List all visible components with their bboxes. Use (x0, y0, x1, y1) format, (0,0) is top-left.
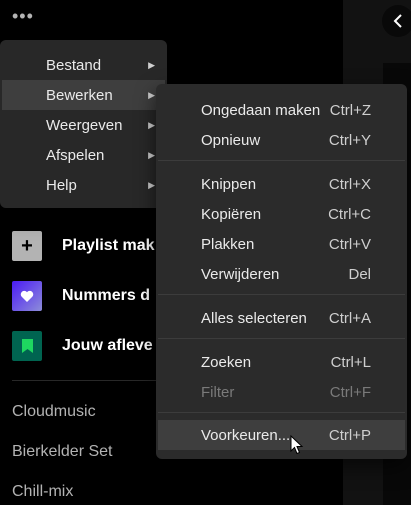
menu-separator (158, 412, 405, 413)
menu-item-label: Plakken (201, 235, 255, 253)
menu-item-file[interactable]: Bestand ▶ (2, 50, 165, 80)
plus-icon: + (12, 231, 42, 261)
shortcut-label: Ctrl+Z (329, 101, 371, 119)
heart-icon (12, 281, 42, 311)
menu-item-label: Kopiëren (201, 205, 262, 223)
chevron-left-icon[interactable] (382, 5, 411, 37)
app-menu: Bestand ▶ Bewerken ▶ Weergeven ▶ Afspele… (0, 40, 167, 208)
sidebar-item-liked-songs[interactable]: Nummers d (12, 281, 150, 311)
menu-item-select-all[interactable]: Alles selecteren Ctrl+A (158, 303, 405, 333)
menu-item-label: Filter (201, 383, 235, 401)
menu-item-delete[interactable]: Verwijderen Del (158, 259, 405, 289)
menu-item-label: Verwijderen (201, 265, 280, 283)
menu-item-undo[interactable]: Ongedaan maken Ctrl+Z (158, 95, 405, 125)
chevron-right-icon: ▶ (148, 149, 155, 160)
shortcut-label: Ctrl+A (328, 309, 371, 327)
menu-separator (158, 294, 405, 295)
shortcut-label: Ctrl+P (328, 426, 371, 444)
menu-item-label: Alles selecteren (201, 309, 307, 327)
menu-item-label: Weergeven (46, 116, 123, 134)
menu-item-copy[interactable]: Kopiëren Ctrl+C (158, 199, 405, 229)
sidebar-item-episodes[interactable]: Jouw afleve (12, 331, 153, 361)
menu-item-search[interactable]: Zoeken Ctrl+L (158, 347, 405, 377)
menu-item-label: Ongedaan maken (201, 101, 321, 119)
sidebar-item-label: Nummers d (62, 287, 151, 304)
sidebar-item-label: Jouw afleve (62, 337, 153, 354)
shortcut-label: Ctrl+L (330, 353, 371, 371)
menu-item-label: Bewerken (46, 86, 113, 104)
playlist-item[interactable]: Cloudmusic (12, 403, 96, 421)
sidebar-item-create-playlist[interactable]: + Playlist mak (12, 231, 155, 261)
menu-item-help[interactable]: Help ▶ (2, 170, 165, 200)
menu-item-view[interactable]: Weergeven ▶ (2, 110, 165, 140)
menu-item-filter: Filter Ctrl+F (158, 377, 405, 407)
shortcut-label: Ctrl+Y (328, 131, 371, 149)
shortcut-label: Ctrl+C (328, 205, 371, 223)
bookmark-icon (12, 331, 42, 361)
shortcut-label: Ctrl+X (328, 175, 371, 193)
menu-item-preferences[interactable]: Voorkeuren... Ctrl+P (158, 420, 405, 450)
chevron-right-icon: ▶ (148, 179, 155, 190)
menu-item-label: Knippen (201, 175, 257, 193)
menu-item-label: Opnieuw (201, 131, 261, 149)
edit-submenu: Ongedaan maken Ctrl+Z Opnieuw Ctrl+Y Kni… (156, 84, 407, 459)
menu-item-label: Help (46, 176, 77, 194)
sidebar-item-label: Playlist mak (62, 237, 155, 254)
menu-item-paste[interactable]: Plakken Ctrl+V (158, 229, 405, 259)
menu-separator (158, 338, 405, 339)
menu-separator (158, 160, 405, 161)
mouse-pointer-icon (290, 435, 304, 455)
shortcut-label: Ctrl+F (329, 383, 371, 401)
menu-item-label: Bestand (46, 56, 102, 74)
playlist-item[interactable]: Bierkelder Set (12, 443, 113, 461)
chevron-right-icon: ▶ (148, 89, 155, 100)
chevron-right-icon: ▶ (148, 119, 155, 130)
menu-item-cut[interactable]: Knippen Ctrl+X (158, 169, 405, 199)
playlist-item[interactable]: Chill-mix (12, 483, 73, 501)
menu-item-label: Voorkeuren... (201, 426, 291, 444)
shortcut-label: Del (348, 265, 371, 283)
menu-item-label: Afspelen (46, 146, 105, 164)
chevron-right-icon: ▶ (148, 59, 155, 70)
more-horizontal-icon[interactable]: ••• (12, 7, 34, 25)
menu-item-playback[interactable]: Afspelen ▶ (2, 140, 165, 170)
menu-item-edit[interactable]: Bewerken ▶ (2, 80, 165, 110)
shortcut-label: Ctrl+V (328, 235, 371, 253)
menu-item-redo[interactable]: Opnieuw Ctrl+Y (158, 125, 405, 155)
menu-item-label: Zoeken (201, 353, 252, 371)
